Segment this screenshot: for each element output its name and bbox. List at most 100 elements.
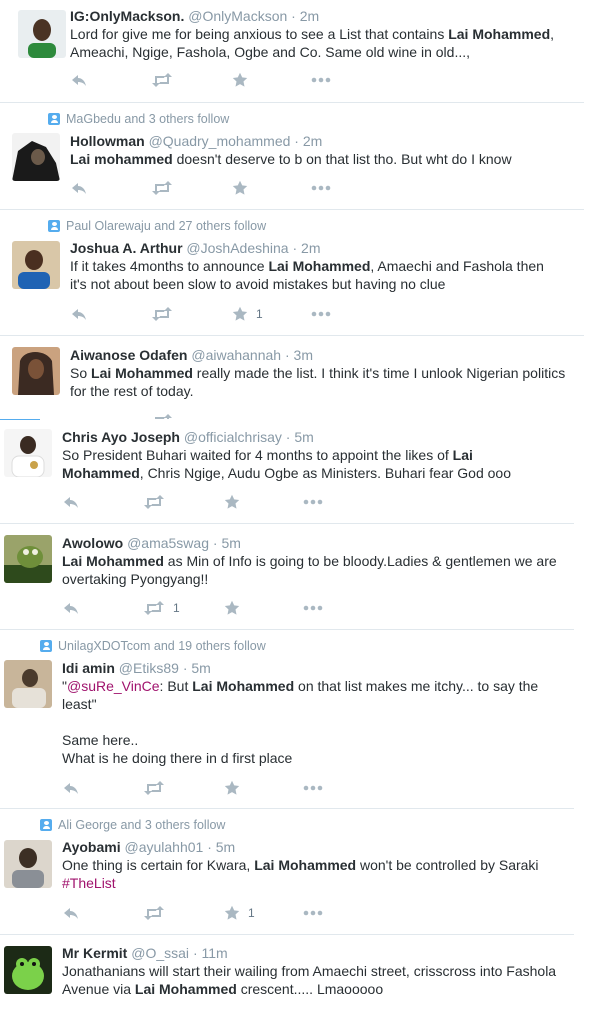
retweet-icon[interactable] xyxy=(151,72,173,88)
tweet-time[interactable]: · 5m xyxy=(286,429,314,445)
reply-icon[interactable] xyxy=(70,72,88,88)
retweet-count: 1 xyxy=(173,601,180,615)
more-icon[interactable] xyxy=(303,780,323,796)
retweet-icon[interactable] xyxy=(143,600,165,616)
tweet-actions xyxy=(70,72,370,88)
avatar[interactable] xyxy=(12,241,60,289)
retweet-icon[interactable] xyxy=(151,413,173,419)
tweet-time[interactable]: · 5m xyxy=(207,839,235,855)
avatar[interactable] xyxy=(4,429,52,477)
tweet-4: Aiwanose Odafen @aiwahannah · 3m So Lai … xyxy=(0,336,590,419)
retweet-icon[interactable] xyxy=(143,494,165,510)
user-handle[interactable]: @ama5swag xyxy=(127,535,209,551)
tweet-time[interactable]: · 5m xyxy=(183,660,211,676)
divider xyxy=(0,209,584,210)
tweet-time[interactable]: · 11m xyxy=(193,945,228,961)
more-icon[interactable] xyxy=(303,905,323,921)
tweet-time[interactable]: · 2m xyxy=(294,133,322,149)
favorite-icon[interactable] xyxy=(224,905,240,921)
tweet-text: If it takes 4months to announce Lai Moha… xyxy=(70,258,544,292)
follow-context[interactable]: Ali George and 3 others follow xyxy=(40,818,225,832)
tweet-time[interactable]: · 2m xyxy=(291,8,319,24)
more-icon[interactable] xyxy=(311,180,331,196)
user-handle[interactable]: @OnlyMackson xyxy=(188,8,287,24)
reply-icon[interactable] xyxy=(62,780,80,796)
divider xyxy=(0,102,584,103)
tweet-actions xyxy=(70,180,370,196)
user-name[interactable]: Mr Kermit xyxy=(62,945,127,961)
favorite-icon[interactable] xyxy=(232,180,248,196)
retweet-icon[interactable] xyxy=(143,780,165,796)
tweet-actions: 1 xyxy=(62,905,362,921)
tweet-actions xyxy=(62,494,362,510)
avatar[interactable] xyxy=(4,535,52,583)
user-name[interactable]: Idi amin xyxy=(62,660,115,676)
more-icon[interactable] xyxy=(303,494,323,510)
user-name[interactable]: IG:OnlyMackson. xyxy=(70,8,184,24)
mention-link[interactable]: @suRe_VinCe xyxy=(67,678,160,694)
tweet-time[interactable]: · 3m xyxy=(285,347,313,363)
tweet-text: "@suRe_VinCe: But Lai Mohammed on that l… xyxy=(62,678,539,766)
user-handle[interactable]: @Quadry_mohammed xyxy=(149,133,291,149)
user-handle[interactable]: @aiwahannah xyxy=(191,347,281,363)
reply-icon[interactable] xyxy=(62,494,80,510)
tweet-text: Lai Mohammed as Min of Info is going to … xyxy=(62,553,557,587)
more-icon[interactable] xyxy=(303,600,323,616)
favorite-icon[interactable] xyxy=(224,780,240,796)
user-handle[interactable]: @ayulahh01 xyxy=(125,839,204,855)
avatar[interactable] xyxy=(12,133,60,181)
tweet-header: Joshua A. Arthur @JoshAdeshina · 2m xyxy=(70,239,320,257)
tweet-time[interactable]: · 5m xyxy=(213,535,241,551)
reply-icon[interactable] xyxy=(70,180,88,196)
tweet-header: Idi amin @Etiks89 · 5m xyxy=(62,659,211,677)
retweet-icon[interactable] xyxy=(151,306,173,322)
tweet-header: Mr Kermit @O_ssai · 11m xyxy=(62,944,228,962)
avatar[interactable] xyxy=(18,10,66,58)
follow-context[interactable]: UnilagXDOTcom and 19 others follow xyxy=(40,639,266,653)
retweet-icon[interactable] xyxy=(143,905,165,921)
user-handle[interactable]: @officialchrisay xyxy=(184,429,282,445)
user-handle[interactable]: @Etiks89 xyxy=(119,660,179,676)
favorite-icon[interactable] xyxy=(224,600,240,616)
tweet-text: Jonathanians will start their wailing fr… xyxy=(62,963,557,997)
tweet-actions xyxy=(62,780,362,796)
person-icon xyxy=(48,220,60,232)
person-icon xyxy=(40,640,52,652)
tweet-text: So Lai Mohammed really made the list. I … xyxy=(70,365,566,399)
tweet-text: Lord for give me for being anxious to se… xyxy=(70,26,555,60)
avatar[interactable] xyxy=(4,660,52,708)
user-name[interactable]: Aiwanose Odafen xyxy=(70,347,187,363)
retweet-icon[interactable] xyxy=(151,180,173,196)
reply-icon[interactable] xyxy=(62,905,80,921)
tweet-header: IG:OnlyMackson. @OnlyMackson · 2m xyxy=(70,7,319,25)
user-name[interactable]: Joshua A. Arthur xyxy=(70,240,183,256)
divider xyxy=(0,808,574,809)
favorite-icon[interactable] xyxy=(232,306,248,322)
follow-context[interactable]: Paul Olarewaju and 27 others follow xyxy=(48,219,266,233)
more-icon[interactable] xyxy=(311,72,331,88)
avatar[interactable] xyxy=(4,840,52,888)
tweet-text: Lai mohammed doesn't deserve to b on tha… xyxy=(70,151,512,167)
tweet-text: So President Buhari waited for 4 months … xyxy=(62,447,511,481)
user-name[interactable]: Hollowman xyxy=(70,133,145,149)
avatar[interactable] xyxy=(12,347,60,395)
tweet-header: Hollowman @Quadry_mohammed · 2m xyxy=(70,132,322,150)
user-name[interactable]: Awolowo xyxy=(62,535,123,551)
user-handle[interactable]: @O_ssai xyxy=(131,945,189,961)
tweet-time[interactable]: · 2m xyxy=(292,240,320,256)
user-name[interactable]: Ayobami xyxy=(62,839,121,855)
reply-icon[interactable] xyxy=(70,306,88,322)
divider xyxy=(0,934,574,935)
user-name[interactable]: Chris Ayo Joseph xyxy=(62,429,180,445)
reply-icon[interactable] xyxy=(62,600,80,616)
divider xyxy=(0,629,574,630)
more-icon[interactable] xyxy=(311,306,331,322)
tweet-header: Chris Ayo Joseph @officialchrisay · 5m xyxy=(62,428,314,446)
hashtag-link[interactable]: #TheList xyxy=(62,875,116,891)
favorite-icon[interactable] xyxy=(232,72,248,88)
favorite-icon[interactable] xyxy=(224,494,240,510)
follow-context[interactable]: MaGbedu and 3 others follow xyxy=(48,112,229,126)
user-handle[interactable]: @JoshAdeshina xyxy=(186,240,288,256)
favorite-count: 1 xyxy=(256,307,263,321)
avatar[interactable] xyxy=(4,946,52,994)
